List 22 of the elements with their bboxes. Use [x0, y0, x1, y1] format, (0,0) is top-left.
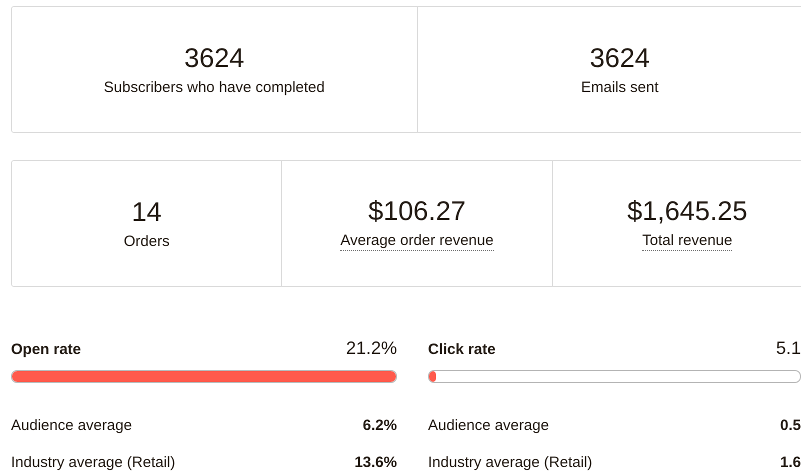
average-value: 6.2% [362, 417, 397, 434]
stat-label: Subscribers who have completed [104, 78, 325, 96]
stat-value: $106.27 [368, 196, 466, 226]
average-value: 0.5 [780, 417, 801, 434]
rate-value: 5.1 [776, 338, 801, 359]
stat-value: 14 [132, 196, 162, 226]
stat-label: Total revenue [642, 232, 732, 251]
average-label: Audience average [428, 417, 549, 434]
average-label: Industry average (Retail) [428, 454, 592, 471]
stat-value: 3624 [590, 42, 650, 72]
stat-label: Orders [124, 232, 170, 250]
stat-label: Average order revenue [340, 232, 494, 251]
stat-label: Emails sent [580, 78, 659, 96]
rate-title: Open rate [11, 341, 82, 358]
average-label: Industry average (Retail) [11, 454, 176, 471]
average-label: Audience average [11, 417, 132, 434]
average-value: 1.6 [780, 454, 801, 471]
rate-value: 21.2% [346, 338, 397, 359]
stat-value: 3624 [184, 42, 244, 72]
average-value: 13.6% [354, 454, 397, 471]
rate-title: Click rate [428, 341, 496, 358]
stat-value: $1,645.25 [627, 196, 748, 226]
